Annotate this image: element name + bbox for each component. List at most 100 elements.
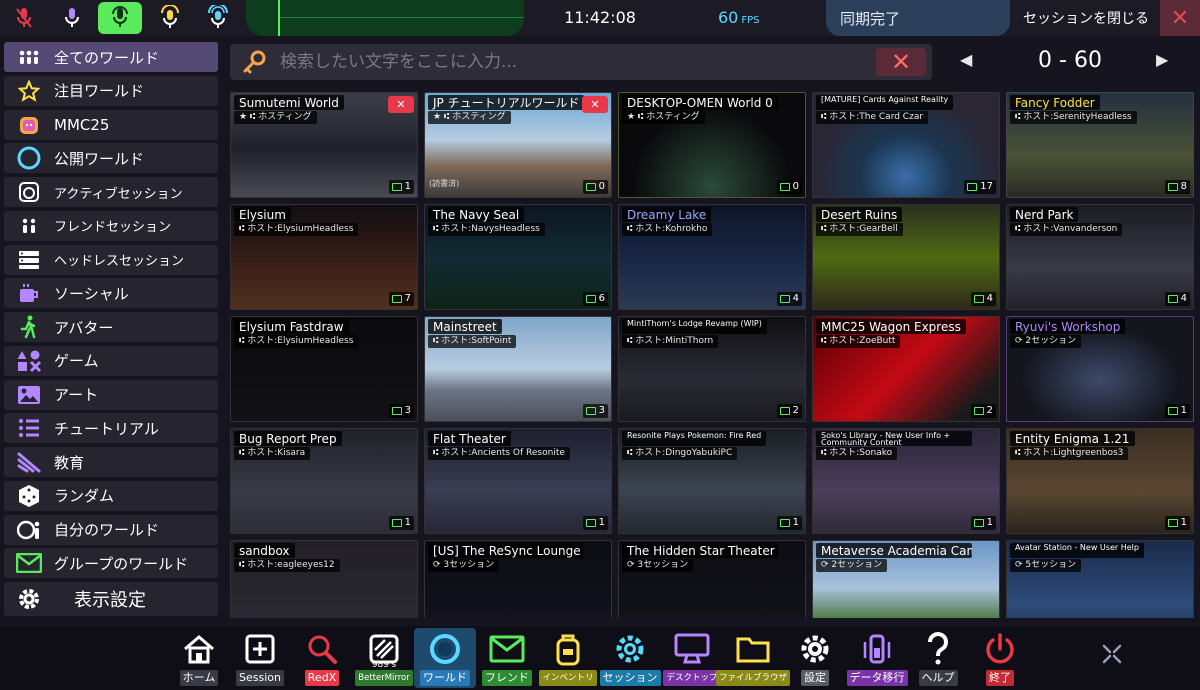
user-count: 0 bbox=[598, 181, 605, 192]
sidebar-item-education[interactable]: 教育 bbox=[4, 447, 218, 477]
mic-normal-button[interactable] bbox=[98, 2, 142, 34]
dock-button-question[interactable]: ヘルプ bbox=[907, 628, 969, 688]
world-card[interactable]: The Hidden Star Theater ⟳ 3セッション bbox=[618, 540, 806, 618]
world-card[interactable]: Entity Enigma 1.21 ⑆ ホスト:Lightgreenbos3 1 bbox=[1006, 428, 1194, 534]
sidebar-item-avatars[interactable]: アバター bbox=[4, 312, 218, 342]
world-card[interactable]: JP チュートリアルワールド Resonite★ ⑆ ホスティング ✕ (読書済) 0 bbox=[424, 92, 612, 198]
world-grid: Sumutemi World ★ ⑆ ホスティング ✕ 1 JP チュートリアルワールド… bbox=[230, 92, 1200, 618]
mic-muted-icon bbox=[16, 8, 32, 28]
close-world-button[interactable]: ✕ bbox=[582, 96, 608, 113]
user-count: 0 bbox=[792, 181, 799, 192]
search-input[interactable] bbox=[280, 52, 860, 72]
sidebar-item-featured[interactable]: 注目ワールド bbox=[4, 75, 218, 106]
sidebar-item-active-sessions[interactable]: アクティブセッション bbox=[4, 177, 218, 207]
sidebar-item-group-worlds[interactable]: グループのワールド bbox=[4, 548, 218, 579]
dock-button-mirror[interactable]: 989's BetterMirror bbox=[353, 628, 415, 688]
sidebar-item-label: アバター bbox=[54, 318, 114, 337]
world-card[interactable]: [MATURE] Cards Against Reality ⑆ ホスト:The … bbox=[812, 92, 1000, 198]
world-card[interactable]: Elysium ⑆ ホスト:ElysiumHeadless 7 bbox=[230, 204, 418, 310]
user-count-badge: 1 bbox=[1164, 404, 1190, 418]
world-card[interactable]: The Navy Seal ⑆ ホスト:NavysHeadless 6 bbox=[424, 204, 612, 310]
voice-threshold-marker[interactable] bbox=[278, 0, 280, 36]
world-card[interactable]: Sumutemi World ★ ⑆ ホスティング ✕ 1 bbox=[230, 92, 418, 198]
sidebar-item-all-worlds[interactable]: 全てのワールド bbox=[4, 42, 218, 72]
world-card[interactable]: Bug Report Prep ⑆ ホスト:Kisara 1 bbox=[230, 428, 418, 534]
mic-whisper-button[interactable] bbox=[50, 2, 94, 34]
top-bar: 11:42:08 60 FPS 同期完了 セッションを閉じる ✕ bbox=[0, 0, 1200, 36]
page-next-button[interactable]: ▶ bbox=[1156, 50, 1168, 69]
sidebar-item-tutorials[interactable]: チュートリアル bbox=[4, 413, 218, 444]
close-session-button[interactable]: セッションを閉じる bbox=[1014, 8, 1158, 28]
dock-button-world-ring[interactable]: ワールド bbox=[414, 628, 476, 688]
world-card[interactable]: [US] The ReSync Lounge ⟳ 3セッション bbox=[424, 540, 612, 618]
world-name: DESKTOP-OMEN World 0 bbox=[622, 95, 778, 110]
dock-label: ファイルブラウザ bbox=[716, 670, 791, 686]
dock-button-gear[interactable]: 設定 bbox=[784, 628, 846, 688]
sidebar-item-art[interactable]: アート bbox=[4, 379, 218, 410]
top-close-button[interactable]: ✕ bbox=[1160, 0, 1200, 36]
sidebar-item-games[interactable]: ゲーム bbox=[4, 345, 218, 376]
mic-broadcast-button[interactable] bbox=[196, 2, 240, 34]
world-card[interactable]: Metaverse Academia Campus⟳ 2セッションshlight bbox=[812, 540, 1000, 618]
world-card[interactable]: Nerd Park ⑆ ホスト:Vanvanderson 4 bbox=[1006, 204, 1194, 310]
world-card[interactable]: Elysium Fastdraw ⑆ ホスト:ElysiumHeadless 3 bbox=[230, 316, 418, 422]
sidebar-item-social[interactable]: ソーシャル bbox=[4, 278, 218, 309]
all-worlds-icon bbox=[4, 42, 54, 72]
sidebar-item-my-worlds[interactable]: 自分のワールド bbox=[4, 514, 218, 545]
sidebar-item-friend-sessions[interactable]: フレンドセッション bbox=[4, 210, 218, 241]
world-card[interactable]: Soko's Library - New User Info + Communi… bbox=[812, 428, 1000, 534]
world-card[interactable]: MintiThorn's Lodge Revamp (WIP) ⑆ ホスト:Min… bbox=[618, 316, 806, 422]
world-card[interactable]: MMC25 Wagon Express ⑆ ホスト:ZoeButt 2 bbox=[812, 316, 1000, 422]
world-card[interactable]: Flat Theater ⑆ ホスト:Ancients Of Resonite 1 bbox=[424, 428, 612, 534]
world-card[interactable]: Ryuvi's Workshop ⟳ 2セッション 1 bbox=[1006, 316, 1194, 422]
sidebar-item-headless-sessions[interactable]: ヘッドレスセッション bbox=[4, 244, 218, 275]
mic-muted-button[interactable] bbox=[2, 2, 46, 34]
dock-button-plus-box[interactable]: Session bbox=[229, 628, 291, 688]
world-host: ⟳ 3セッション bbox=[428, 559, 500, 572]
world-name: Flat Theater bbox=[428, 431, 511, 446]
world-name: Metaverse Academia Campus bbox=[816, 543, 972, 558]
sidebar-item-random[interactable]: ランダム bbox=[4, 480, 218, 511]
dock-button-envelope[interactable]: フレンド bbox=[476, 628, 538, 688]
mic-broadcast-icon bbox=[208, 5, 228, 28]
sidebar-item-public[interactable]: 公開ワールド bbox=[4, 143, 218, 174]
dock-button-monitor[interactable]: デスクトップ bbox=[661, 628, 723, 688]
user-count: 2 bbox=[792, 405, 799, 416]
world-card[interactable]: sandbox ⑆ ホスト:eagleeyes12 bbox=[230, 540, 418, 618]
dock-button-magnifier[interactable]: RedX bbox=[291, 628, 353, 688]
world-card[interactable]: Desert Ruins ⑆ ホスト:GearBell 4 bbox=[812, 204, 1000, 310]
monitor-icon bbox=[661, 628, 723, 670]
world-card[interactable]: Dreamy Lake ⑆ ホスト:Kohrokho 4 bbox=[618, 204, 806, 310]
sidebar-item-label: アクティブセッション bbox=[54, 186, 183, 202]
close-world-button[interactable]: ✕ bbox=[388, 96, 414, 113]
world-card[interactable]: Avatar Station - New User Help ⟳ 5セッション bbox=[1006, 540, 1194, 618]
sidebar-item-label: ゲーム bbox=[54, 352, 99, 371]
sidebar-item-label: チュートリアル bbox=[54, 419, 159, 438]
world-name: MMC25 Wagon Express bbox=[816, 319, 966, 334]
world-card[interactable]: Mainstreet ⑆ ホスト:SoftPoint 3 bbox=[424, 316, 612, 422]
world-card[interactable]: DESKTOP-OMEN World 0 ★ ⑆ ホスティング 0 bbox=[618, 92, 806, 198]
page-prev-button[interactable]: ◀ bbox=[960, 50, 972, 69]
world-card[interactable]: Fancy Fodder ⑆ ホスト:SerenityHeadless 8 bbox=[1006, 92, 1194, 198]
mic-normal-icon bbox=[112, 6, 128, 27]
sidebar-item-label: 公開ワールド bbox=[54, 149, 145, 168]
dock-label: データ移行 bbox=[846, 670, 908, 686]
dock-button-gear-session[interactable]: セッション bbox=[599, 628, 661, 688]
dock-button-backpack[interactable]: インベントリ bbox=[537, 628, 599, 688]
user-count-badge: 3 bbox=[388, 404, 414, 418]
dock-button-folder[interactable]: ファイルブラウザ bbox=[716, 628, 791, 688]
world-card[interactable]: Resonite Plays Pokemon: Fire Red ⑆ ホスト:Di… bbox=[618, 428, 806, 534]
dock-button-migration[interactable]: データ移行 bbox=[846, 628, 908, 688]
user-count-badge: 4 bbox=[776, 292, 802, 306]
dock-drag-handle[interactable] bbox=[1100, 642, 1124, 666]
mic-shout-button[interactable] bbox=[148, 2, 192, 34]
voice-level-meter[interactable] bbox=[246, 0, 524, 36]
world-host: ⑆ ホスト:NavysHeadless bbox=[428, 223, 545, 236]
migration-icon bbox=[846, 628, 908, 670]
dock-button-home[interactable]: ホーム bbox=[168, 628, 230, 688]
sidebar-display-settings[interactable]: 表示設定 bbox=[4, 582, 218, 617]
dock-button-power[interactable]: 終了 bbox=[969, 628, 1031, 688]
sidebar-item-mmc25[interactable]: MMC25 bbox=[4, 109, 218, 140]
search-clear-button[interactable]: ✕ bbox=[876, 48, 926, 76]
world-name: Sumutemi World bbox=[234, 95, 344, 110]
